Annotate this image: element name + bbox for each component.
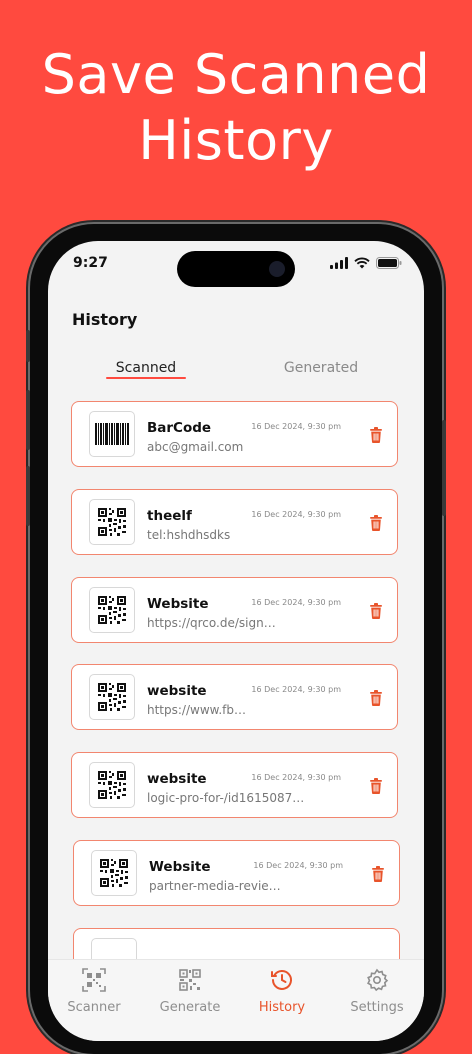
- history-date: 16 Dec 2024, 9:30 pm: [251, 422, 341, 431]
- history-card[interactable]: BarCode abc@gmail.com 16 Dec 2024, 9:30 …: [71, 401, 398, 467]
- qr-thumbnail: [89, 499, 135, 545]
- delete-icon[interactable]: [371, 866, 385, 882]
- qr-code-icon: [98, 596, 126, 624]
- camera-icon: [269, 261, 285, 277]
- phone-side-button: [26, 466, 30, 526]
- history-subtitle: https://qrco.de/sign…: [147, 616, 276, 630]
- history-card[interactable]: Website https://qrco.de/sign… 16 Dec 202…: [71, 577, 398, 643]
- gear-icon: [367, 968, 389, 992]
- nav-generate-label: Generate: [159, 1000, 221, 1015]
- nav-settings-label: Settings: [350, 1000, 404, 1015]
- delete-icon[interactable]: [369, 690, 383, 706]
- generate-qr-icon: [179, 969, 201, 991]
- qr-thumbnail: [89, 674, 135, 720]
- promo-headline-line2: History: [138, 109, 334, 172]
- nav-scanner-label: Scanner: [67, 1000, 121, 1015]
- nav-generate[interactable]: Generate: [150, 968, 230, 1015]
- history-card[interactable]: website logic-pro-for-/id1615087… 16 Dec…: [71, 752, 398, 818]
- battery-icon: [376, 257, 402, 269]
- history-card[interactable]: theelf tel:hshdhsdks 16 Dec 2024, 9:30 p…: [71, 489, 398, 555]
- history-subtitle: abc@gmail.com: [147, 440, 244, 454]
- history-date: 16 Dec 2024, 9:30 pm: [251, 510, 341, 519]
- nav-scanner[interactable]: Scanner: [54, 968, 134, 1015]
- history-card[interactable]: Website partner-media-revie… 16 Dec 2024…: [73, 840, 400, 906]
- history-subtitle: partner-media-revie…: [149, 879, 281, 893]
- phone-screen: 9:27 History Scanned Generated BarCode a…: [48, 241, 424, 1041]
- nav-settings[interactable]: Settings: [337, 968, 417, 1015]
- promo-headline: Save Scanned History: [0, 42, 472, 174]
- history-date: 16 Dec 2024, 9:30 pm: [251, 598, 341, 607]
- bottom-tab-bar: Scanner Generate History Settings: [48, 959, 424, 1041]
- history-date: 16 Dec 2024, 9:30 pm: [251, 773, 341, 782]
- scanner-qr-icon: [82, 968, 106, 992]
- history-title: Website: [147, 596, 209, 612]
- delete-icon[interactable]: [369, 778, 383, 794]
- promo-headline-line1: Save Scanned: [41, 43, 431, 106]
- nav-history[interactable]: History: [242, 968, 322, 1015]
- history-card[interactable]: website https://www.fb… 16 Dec 2024, 9:3…: [71, 664, 398, 730]
- delete-icon[interactable]: [369, 427, 383, 443]
- history-date: 16 Dec 2024, 9:30 pm: [251, 685, 341, 694]
- qr-thumbnail: [89, 587, 135, 633]
- tab-scanned[interactable]: Scanned: [96, 360, 196, 376]
- history-title: website: [147, 771, 207, 787]
- history-title: Website: [149, 859, 211, 875]
- barcode-icon: [95, 423, 129, 445]
- history-subtitle: logic-pro-for-/id1615087…: [147, 791, 305, 805]
- qr-code-icon: [98, 683, 126, 711]
- status-icons: [330, 257, 402, 269]
- history-title: BarCode: [147, 420, 212, 436]
- page-title: History: [72, 310, 138, 329]
- history-title: theelf: [147, 508, 192, 524]
- history-clock-icon: [271, 970, 292, 990]
- active-tab-indicator: [106, 377, 186, 379]
- qr-thumbnail: [91, 850, 137, 896]
- nav-history-label: History: [258, 1000, 306, 1015]
- status-time: 9:27: [73, 255, 108, 271]
- delete-icon[interactable]: [369, 603, 383, 619]
- qr-code-icon: [98, 771, 126, 799]
- history-subtitle: https://www.fb…: [147, 703, 247, 717]
- history-title: website: [147, 683, 207, 699]
- barcode-thumbnail: [89, 411, 135, 457]
- history-date: 16 Dec 2024, 9:30 pm: [253, 861, 343, 870]
- wifi-icon: [354, 257, 370, 269]
- phone-power-button: [442, 420, 446, 516]
- delete-icon[interactable]: [369, 515, 383, 531]
- qr-code-icon: [100, 859, 128, 887]
- signal-icon: [330, 257, 348, 269]
- qr-thumbnail: [89, 762, 135, 808]
- dynamic-island: [177, 251, 295, 287]
- phone-side-button: [26, 390, 30, 450]
- history-subtitle: tel:hshdhsdks: [147, 528, 231, 542]
- phone-side-button: [26, 330, 30, 362]
- tab-generated[interactable]: Generated: [271, 360, 371, 376]
- qr-code-icon: [98, 508, 126, 536]
